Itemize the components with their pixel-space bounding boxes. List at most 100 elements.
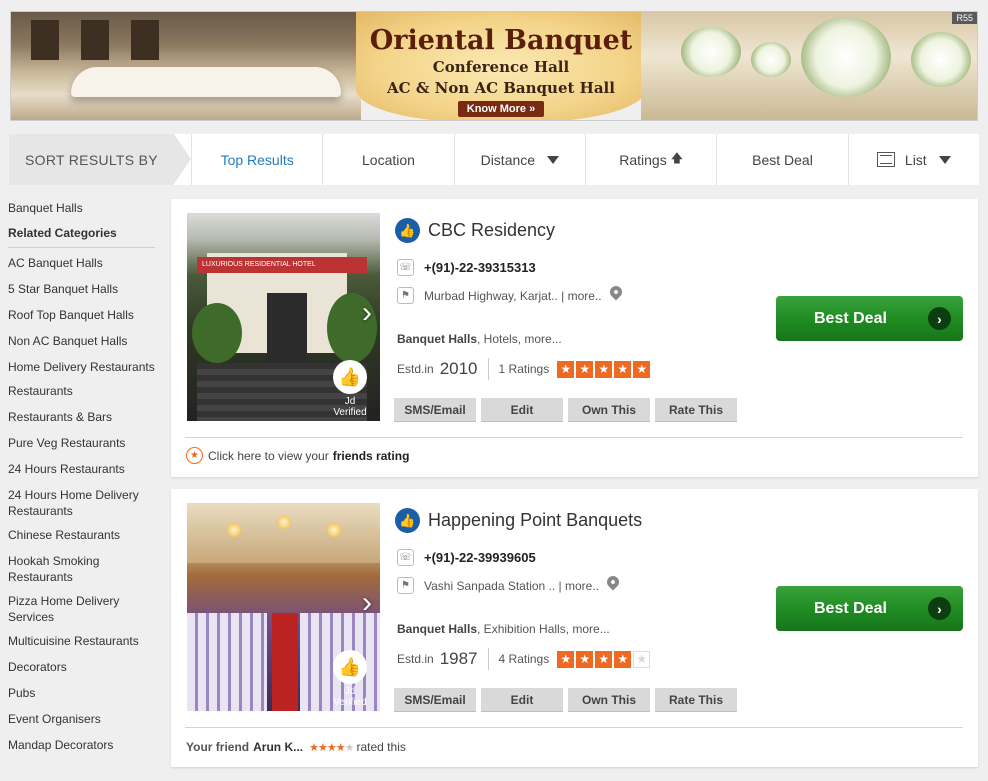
chevron-down-icon bbox=[547, 155, 560, 164]
star-icon: ★ bbox=[633, 650, 651, 668]
star-icon: ★ bbox=[335, 741, 346, 754]
best-deal-button[interactable]: Best Deal › bbox=[776, 296, 963, 341]
verified-thumbs-up-icon: 👍 bbox=[395, 508, 420, 533]
edit-button[interactable]: Edit bbox=[481, 398, 563, 422]
own-this-button[interactable]: Own This bbox=[568, 398, 650, 422]
star-icon: ★ bbox=[595, 650, 613, 668]
business-name[interactable]: CBC Residency bbox=[428, 220, 555, 241]
jd-verified-badge: 👍 Jd Verified bbox=[328, 360, 372, 418]
sidebar-item-home-delivery-restaurants[interactable]: Home Delivery Restaurants bbox=[8, 359, 158, 375]
star-icon: ★ bbox=[614, 650, 632, 668]
sidebar-item-banquet-halls[interactable]: Banquet Halls bbox=[8, 200, 158, 216]
sidebar-item-chinese-restaurants[interactable]: Chinese Restaurants bbox=[8, 527, 158, 543]
sidebar-item-decorators[interactable]: Decorators bbox=[8, 659, 158, 675]
best-deal-button[interactable]: Best Deal › bbox=[776, 586, 963, 631]
phone-icon: ☏ bbox=[397, 259, 414, 276]
star-icon: ★ bbox=[633, 360, 651, 378]
star-icon: ★ bbox=[557, 650, 575, 668]
sort-top-results[interactable]: Top Results bbox=[191, 134, 322, 185]
sidebar-item-pure-veg-restaurants[interactable]: Pure Veg Restaurants bbox=[8, 435, 158, 451]
listing-photo[interactable]: › 👍 Jd Verified bbox=[187, 503, 380, 711]
signpost-icon: ⚑ bbox=[397, 577, 414, 594]
estd-label: Estd.in bbox=[397, 362, 434, 376]
star-rating: ★ ★ ★ ★ ★ bbox=[557, 650, 652, 668]
sms-email-button[interactable]: SMS/Email bbox=[394, 688, 476, 712]
sidebar: Banquet Halls Related Categories AC Banq… bbox=[8, 200, 158, 763]
sort-ratings[interactable]: Ratings 🡅 bbox=[584, 134, 716, 185]
next-photo-icon[interactable]: › bbox=[362, 588, 372, 618]
sidebar-item-24-hours-home-delivery-restaurants[interactable]: 24 Hours Home Delivery Restaurants bbox=[8, 487, 158, 519]
view-list-toggle[interactable]: List bbox=[847, 134, 979, 185]
categories[interactable]: Banquet Halls, Exhibition Halls, more... bbox=[397, 622, 610, 636]
listing-photo[interactable]: LUXURIOUS RESIDENTIAL HOTEL › 👍 Jd Verif… bbox=[187, 213, 380, 421]
map-pin-icon[interactable] bbox=[604, 573, 622, 590]
arrow-up-icon: 🡅 bbox=[670, 151, 684, 165]
business-name[interactable]: Happening Point Banquets bbox=[428, 510, 642, 531]
edit-button[interactable]: Edit bbox=[481, 688, 563, 712]
sort-bar: SORT RESULTS BY Top Results Location Dis… bbox=[9, 134, 979, 185]
sidebar-item-non-ac-banquet-halls[interactable]: Non AC Banquet Halls bbox=[8, 333, 158, 349]
banner-photo-hall bbox=[11, 12, 361, 120]
star-rating: ★ ★ ★ ★ ★ bbox=[557, 360, 652, 378]
sort-best-deal[interactable]: Best Deal bbox=[716, 134, 847, 185]
map-pin-icon[interactable] bbox=[607, 283, 625, 300]
next-photo-icon[interactable]: › bbox=[362, 298, 372, 328]
star-icon: ★ bbox=[614, 360, 632, 378]
sidebar-item-pizza-home-delivery-services[interactable]: Pizza Home Delivery Services bbox=[8, 593, 158, 625]
related-categories-list: AC Banquet Halls 5 Star Banquet Halls Roof… bbox=[8, 255, 158, 753]
listing-card: › 👍 Jd Verified 👍 Happening Point Banque… bbox=[171, 489, 978, 767]
star-icon: ★ bbox=[576, 650, 594, 668]
ad-tag: R55 bbox=[952, 12, 977, 24]
estd-year: 1987 bbox=[439, 649, 478, 668]
rate-this-button[interactable]: Rate This bbox=[655, 688, 737, 712]
sidebar-item-multicuisine-restaurants[interactable]: Multicuisine Restaurants bbox=[8, 633, 158, 649]
star-icon: ★ bbox=[326, 741, 337, 754]
banner-know-more-button[interactable]: Know More » bbox=[457, 101, 545, 117]
banner-photo-flowers bbox=[641, 12, 977, 120]
own-this-button[interactable]: Own This bbox=[568, 688, 650, 712]
sidebar-item-restaurants[interactable]: Restaurants bbox=[8, 383, 158, 399]
sidebar-item-24-hours-restaurants[interactable]: 24 Hours Restaurants bbox=[8, 461, 158, 477]
star-icon: ★ bbox=[309, 741, 319, 754]
categories[interactable]: Banquet Halls, Hotels, more... bbox=[397, 332, 562, 346]
sidebar-item-mandap-decorators[interactable]: Mandap Decorators bbox=[8, 737, 158, 753]
estd-year: 2010 bbox=[439, 359, 478, 378]
ratings-count[interactable]: 1 Ratings bbox=[499, 362, 550, 376]
address[interactable]: Murbad Highway, Karjat.. | more.. bbox=[424, 289, 602, 303]
star-icon: ★ bbox=[595, 360, 613, 378]
friend-star-rating: ★★★★★ bbox=[309, 741, 355, 754]
sidebar-item-hookah-smoking-restaurants[interactable]: Hookah Smoking Restaurants bbox=[8, 553, 158, 585]
star-icon: ★ bbox=[576, 360, 594, 378]
banner-subtitle-1: Conference Hall bbox=[432, 58, 570, 76]
sidebar-item-event-organisers[interactable]: Event Organisers bbox=[8, 711, 158, 727]
sort-distance[interactable]: Distance bbox=[453, 134, 585, 185]
friends-rating-link[interactable]: ★ Click here to view your friends rating bbox=[186, 447, 409, 464]
star-icon: ★ bbox=[557, 360, 575, 378]
phone-number[interactable]: +(91)-22-39939605 bbox=[424, 550, 536, 565]
star-icon: ★ bbox=[344, 741, 355, 754]
friend-rating[interactable]: Your friend Arun K... ★★★★★ rated this bbox=[186, 740, 406, 754]
sort-location[interactable]: Location bbox=[322, 134, 453, 185]
sidebar-item-ac-banquet-halls[interactable]: AC Banquet Halls bbox=[8, 255, 158, 271]
rate-this-button[interactable]: Rate This bbox=[655, 398, 737, 422]
list-view-icon bbox=[876, 152, 895, 167]
sidebar-item-roof-top-banquet-halls[interactable]: Roof Top Banquet Halls bbox=[8, 307, 158, 323]
listing-card: LUXURIOUS RESIDENTIAL HOTEL › 👍 Jd Verif… bbox=[171, 199, 978, 477]
star-circle-icon: ★ bbox=[186, 447, 203, 464]
ratings-count[interactable]: 4 Ratings bbox=[499, 652, 550, 666]
sidebar-item-5-star-banquet-halls[interactable]: 5 Star Banquet Halls bbox=[8, 281, 158, 297]
address[interactable]: Vashi Sanpada Station .. | more.. bbox=[424, 579, 599, 593]
ad-banner[interactable]: Oriental Banquet Conference Hall AC & No… bbox=[10, 11, 978, 121]
phone-number[interactable]: +(91)-22-39315313 bbox=[424, 260, 536, 275]
sidebar-item-restaurants-bars[interactable]: Restaurants & Bars bbox=[8, 409, 158, 425]
sms-email-button[interactable]: SMS/Email bbox=[394, 398, 476, 422]
jd-verified-badge: 👍 Jd Verified bbox=[328, 650, 372, 708]
signpost-icon: ⚑ bbox=[397, 287, 414, 304]
sort-label: SORT RESULTS BY bbox=[9, 134, 191, 185]
banner-text-panel: Oriental Banquet Conference Hall AC & No… bbox=[356, 12, 646, 120]
thumbs-up-icon: 👍 bbox=[333, 650, 367, 684]
photo-sign-text: LUXURIOUS RESIDENTIAL HOTEL bbox=[197, 257, 367, 273]
chevron-right-icon: › bbox=[928, 307, 951, 330]
verified-thumbs-up-icon: 👍 bbox=[395, 218, 420, 243]
sidebar-item-pubs[interactable]: Pubs bbox=[8, 685, 158, 701]
